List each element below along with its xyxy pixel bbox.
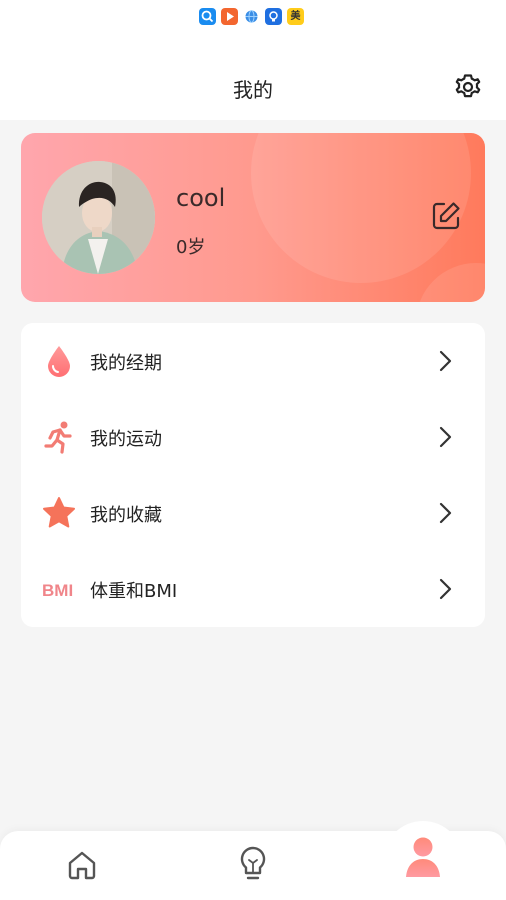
chevron-right-icon bbox=[435, 501, 455, 525]
star-icon bbox=[41, 495, 77, 531]
chevron-right-icon bbox=[435, 425, 455, 449]
menu-item-label: 我的运动 bbox=[90, 429, 162, 450]
video-app-icon bbox=[221, 8, 238, 25]
menu-item-period[interactable]: 我的经期 bbox=[21, 323, 485, 399]
edit-profile-button[interactable] bbox=[429, 199, 463, 233]
bulb-icon bbox=[240, 846, 266, 880]
user-icon bbox=[406, 837, 440, 877]
user-age: 0岁 bbox=[176, 237, 206, 258]
card-decoration bbox=[416, 263, 485, 302]
nav-item-tips[interactable] bbox=[203, 831, 303, 900]
profile-card[interactable]: cool 0岁 bbox=[21, 133, 485, 302]
header: 我的 bbox=[0, 36, 506, 120]
status-bar: 美 bbox=[0, 0, 506, 36]
menu-card: 我的经期 我的运动 我的收藏 BMI 体重和BMI bbox=[21, 323, 485, 627]
home-icon bbox=[68, 851, 96, 880]
mei-app-icon: 美 bbox=[287, 8, 304, 25]
nav-item-mine[interactable] bbox=[373, 831, 473, 900]
page-title: 我的 bbox=[233, 78, 273, 102]
chevron-right-icon bbox=[435, 349, 455, 373]
menu-item-label: 体重和BMI bbox=[90, 581, 178, 602]
gear-icon bbox=[455, 74, 481, 98]
menu-item-exercise[interactable]: 我的运动 bbox=[21, 399, 485, 475]
browser-app-icon bbox=[243, 8, 260, 25]
avatar[interactable] bbox=[42, 161, 155, 274]
edit-icon bbox=[432, 202, 460, 230]
profile-screen: 美 我的 cool 0岁 我的经期 我的运动 我的收藏 BMI 体重和BMI bbox=[0, 0, 506, 900]
search-app-icon bbox=[199, 8, 216, 25]
svg-text:BMI: BMI bbox=[42, 581, 73, 600]
nav-item-home[interactable] bbox=[33, 831, 133, 900]
settings-button[interactable] bbox=[450, 68, 486, 104]
user-name: cool bbox=[176, 184, 226, 212]
menu-item-weight-bmi[interactable]: BMI 体重和BMI bbox=[21, 551, 485, 627]
drop-icon bbox=[41, 343, 77, 379]
running-icon bbox=[41, 419, 77, 455]
bottom-nav bbox=[0, 821, 506, 900]
chevron-right-icon bbox=[435, 577, 455, 601]
menu-item-label: 我的收藏 bbox=[90, 505, 162, 526]
bmi-icon: BMI bbox=[41, 571, 77, 607]
avatar-image bbox=[42, 161, 155, 274]
menu-item-label: 我的经期 bbox=[90, 353, 162, 374]
status-icons: 美 bbox=[199, 8, 304, 25]
menu-item-favorites[interactable]: 我的收藏 bbox=[21, 475, 485, 551]
bulb-app-icon bbox=[265, 8, 282, 25]
